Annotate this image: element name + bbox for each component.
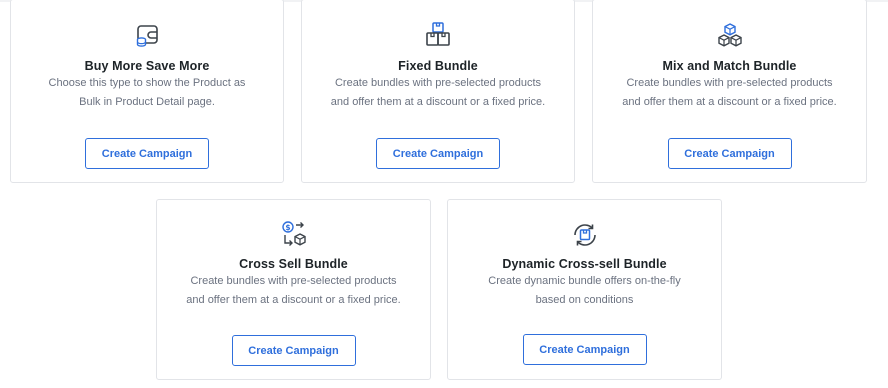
create-campaign-button[interactable]: Create Campaign — [85, 138, 209, 169]
card-title: Dynamic Cross-sell Bundle — [502, 257, 667, 271]
card-dynamic-cross-sell-bundle: Dynamic Cross-sell Bundle Create dynamic… — [447, 199, 722, 380]
wallet-coins-icon — [133, 22, 161, 50]
boxes-bundle-icon — [424, 21, 452, 49]
card-description: Choose this type to show the Product as … — [48, 77, 246, 108]
create-campaign-button[interactable]: Create Campaign — [667, 138, 792, 169]
card-description: Create bundles with pre-selected product… — [330, 77, 546, 108]
card-description: Create bundles with pre-selected product… — [622, 77, 837, 108]
card-cross-sell-bundle: $ Cross Sell Bundle Create bundles with … — [156, 199, 431, 380]
card-title: Mix and Match Bundle — [662, 59, 797, 73]
card-title: Buy More Save More — [84, 59, 210, 73]
card-title: Cross Sell Bundle — [239, 257, 348, 271]
card-description: Create dynamic bundle offers on-the-fly … — [488, 275, 681, 306]
card-mix-and-match-bundle: Mix and Match Bundle Create bundles with… — [592, 0, 867, 183]
card-title: Fixed Bundle — [398, 59, 478, 73]
card-fixed-bundle: Fixed Bundle Create bundles with pre-sel… — [301, 0, 575, 183]
card-description: Create bundles with pre-selected product… — [186, 275, 401, 306]
dollar-exchange-box-icon: $ — [280, 220, 308, 248]
refresh-box-icon — [571, 221, 599, 249]
campaign-type-page: Buy More Save More Choose this type to s… — [0, 0, 888, 388]
stacked-cubes-icon — [716, 22, 744, 50]
create-campaign-button[interactable]: Create Campaign — [231, 335, 356, 366]
create-campaign-button[interactable]: Create Campaign — [522, 334, 647, 365]
svg-text:$: $ — [285, 223, 290, 232]
create-campaign-button[interactable]: Create Campaign — [376, 138, 500, 169]
card-buy-more-save-more: Buy More Save More Choose this type to s… — [10, 0, 284, 183]
